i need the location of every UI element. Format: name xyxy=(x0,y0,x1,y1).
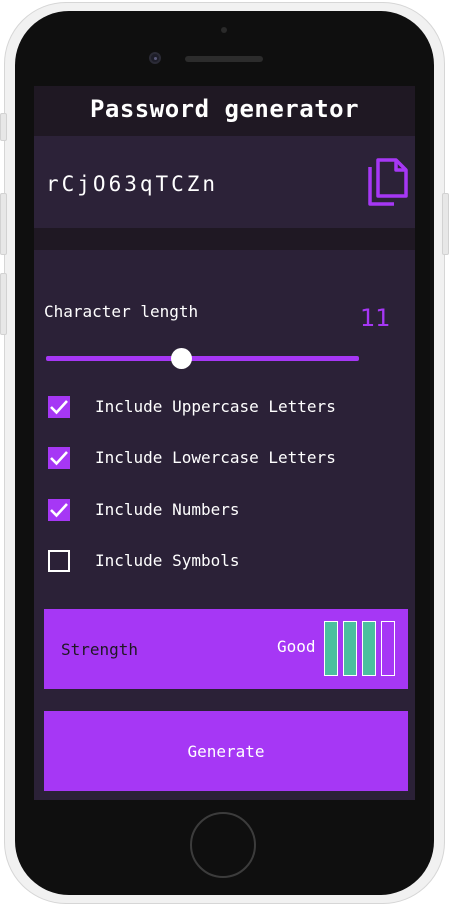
password-display: rCjO63qTCZn xyxy=(34,136,415,228)
option-symbols[interactable]: Include Symbols xyxy=(48,550,388,574)
volume-down-button xyxy=(0,273,7,335)
app-screen: Password generator rCjO63qTCZn Character… xyxy=(34,86,415,800)
numbers-checkbox[interactable] xyxy=(48,499,70,521)
length-value: 11 xyxy=(360,304,391,332)
mute-switch xyxy=(0,113,7,141)
numbers-label: Include Numbers xyxy=(95,500,240,519)
length-label: Character length xyxy=(44,302,199,321)
strength-bar-1 xyxy=(324,621,338,676)
strength-bar-3 xyxy=(362,621,376,676)
section-divider xyxy=(34,228,415,250)
title-bar: Password generator xyxy=(34,86,415,136)
uppercase-checkbox[interactable] xyxy=(48,396,70,418)
option-lowercase[interactable]: Include Lowercase Letters xyxy=(48,447,388,471)
lowercase-checkbox[interactable] xyxy=(48,447,70,469)
proximity-sensor xyxy=(221,27,227,33)
volume-up-button xyxy=(0,193,7,255)
earpiece-speaker xyxy=(185,56,263,62)
strength-bar-2 xyxy=(343,621,357,676)
strength-panel: Strength Good xyxy=(44,609,408,689)
page-title: Password generator xyxy=(89,95,360,123)
strength-label: Strength xyxy=(61,640,139,659)
strength-bar-4 xyxy=(381,621,395,676)
option-uppercase[interactable]: Include Uppercase Letters xyxy=(48,396,388,420)
length-slider-thumb[interactable] xyxy=(171,348,192,369)
uppercase-label: Include Uppercase Letters xyxy=(95,397,336,416)
length-slider[interactable] xyxy=(46,356,359,361)
home-button[interactable] xyxy=(190,812,256,878)
power-button xyxy=(442,193,449,255)
generate-label: Generate xyxy=(187,741,265,761)
lowercase-label: Include Lowercase Letters xyxy=(95,448,336,467)
option-numbers[interactable]: Include Numbers xyxy=(48,499,388,523)
front-camera xyxy=(149,52,161,64)
generate-button[interactable]: Generate xyxy=(44,711,408,791)
symbols-label: Include Symbols xyxy=(95,551,240,570)
symbols-checkbox[interactable] xyxy=(48,550,70,572)
copy-icon[interactable] xyxy=(367,158,411,210)
generated-password: rCjO63qTCZn xyxy=(46,172,219,196)
strength-value: Good xyxy=(277,637,316,656)
